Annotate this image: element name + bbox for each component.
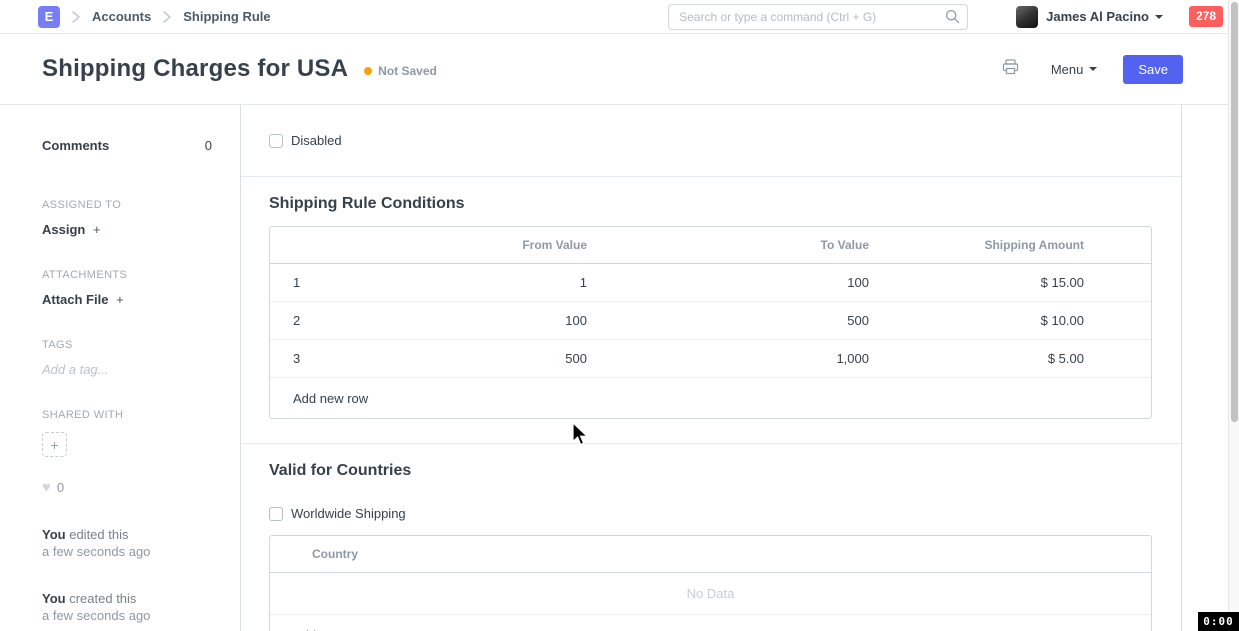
activity-edited: You edited this a few seconds ago [42,526,212,560]
row-index: 1 [270,275,312,290]
search-icon [945,9,960,29]
shipping-amount-cell[interactable]: $ 15.00 [879,275,1094,290]
activity-when: a few seconds ago [42,543,212,560]
plus-icon: + [50,437,58,453]
plus-icon: + [116,292,124,307]
comments-link[interactable]: Comments [42,138,109,153]
worldwide-shipping-label: Worldwide Shipping [291,506,406,521]
comments-count: 0 [205,138,212,153]
global-search [668,4,968,30]
conditions-add-row-button[interactable]: Add new row [293,391,368,406]
breadcrumb-shipping-rule[interactable]: Shipping Rule [183,9,270,24]
attachments-label: ATTACHMENTS [42,269,212,281]
chevron-right-icon [161,10,173,24]
to-value-cell[interactable]: 500 [597,313,879,328]
shipping-amount-cell[interactable]: $ 5.00 [879,351,1094,366]
page-title: Shipping Charges for USA [42,55,348,83]
app-window: E Accounts Shipping Rule James Al Pacino… [0,0,1239,631]
shared-with-label: SHARED WITH [42,409,212,421]
scrollbar-thumb[interactable] [1231,2,1238,422]
row-index: 2 [270,313,312,328]
row-index: 3 [270,351,312,366]
menu-label: Menu [1051,62,1084,77]
add-tag-input[interactable]: Add a tag... [42,362,212,377]
col-shipping-amount: Shipping Amount [879,238,1094,252]
notification-badge[interactable]: 278 [1189,6,1223,26]
countries-add-row-button[interactable]: Add new row [293,628,368,631]
vertical-scrollbar[interactable] [1228,0,1239,631]
worldwide-shipping-checkbox[interactable] [269,507,283,521]
breadcrumb-accounts[interactable]: Accounts [92,9,151,24]
from-value-cell[interactable]: 100 [312,313,597,328]
tags-label: TAGS [42,339,212,351]
col-country: Country [312,547,358,561]
assigned-to-label: ASSIGNED TO [42,199,212,211]
disabled-label: Disabled [291,133,342,148]
form-sidebar: Comments 0 ASSIGNED TO Assign + ATTACHME… [0,105,241,631]
to-value-cell[interactable]: 1,000 [597,351,879,366]
condition-row-1[interactable]: 1 1 100 $ 15.00 [270,264,1151,302]
from-value-cell[interactable]: 1 [312,275,597,290]
col-to-value: To Value [597,238,879,252]
activity-action: edited this [69,527,128,542]
user-name-label: James Al Pacino [1046,9,1149,24]
page-head: Shipping Charges for USA Not Saved Menu … [0,34,1239,105]
disabled-checkbox[interactable] [269,134,283,148]
activity-who: You [42,527,66,542]
caret-down-icon [1155,15,1163,19]
shipping-amount-cell[interactable]: $ 10.00 [879,313,1094,328]
user-avatar[interactable] [1016,6,1038,28]
printer-icon [1002,59,1019,80]
condition-row-3[interactable]: 3 500 1,000 $ 5.00 [270,340,1151,378]
menu-button[interactable]: Menu [1051,62,1098,77]
save-button[interactable]: Save [1123,55,1183,84]
disabled-checkbox-row[interactable]: Disabled [269,133,342,148]
activity-action: created this [69,591,136,606]
countries-section-title: Valid for Countries [269,444,1151,480]
recording-timer: 0:00 [1198,612,1239,631]
worldwide-shipping-checkbox-row[interactable]: Worldwide Shipping [269,506,1151,521]
user-menu[interactable]: James Al Pacino [1046,9,1163,24]
form-body: Disabled Shipping Rule Conditions From V… [241,105,1182,631]
activity-created: You created this a few seconds ago [42,590,212,624]
from-value-cell[interactable]: 500 [312,351,597,366]
conditions-table-header: From Value To Value Shipping Amount [270,227,1151,264]
col-from-value: From Value [312,238,597,252]
heart-icon[interactable]: ♥ [42,479,51,496]
countries-empty-state: No Data [270,573,1151,615]
conditions-section-title: Shipping Rule Conditions [269,177,1151,213]
plus-icon: + [93,222,101,237]
assign-label: Assign [42,222,85,237]
not-saved-label: Not Saved [378,64,437,78]
activity-who: You [42,591,66,606]
activity-when: a few seconds ago [42,607,212,624]
countries-table: Country No Data Add new row [269,535,1152,631]
save-status-indicator: Not Saved [364,64,437,78]
assign-button[interactable]: Assign + [42,222,212,237]
to-value-cell[interactable]: 100 [597,275,879,290]
add-share-button[interactable]: + [42,432,67,457]
attach-file-label: Attach File [42,292,108,307]
chevron-right-icon [70,10,82,24]
attach-file-button[interactable]: Attach File + [42,292,212,307]
print-button[interactable] [998,55,1023,84]
caret-down-icon [1089,67,1097,71]
conditions-table: From Value To Value Shipping Amount 1 1 … [269,226,1152,419]
condition-row-2[interactable]: 2 100 500 $ 10.00 [270,302,1151,340]
likes-count: 0 [57,480,64,495]
not-saved-dot-icon [364,67,372,75]
app-logo[interactable]: E [38,6,60,28]
countries-table-header: Country [270,536,1151,573]
search-input[interactable] [668,4,968,30]
navbar: E Accounts Shipping Rule James Al Pacino… [0,0,1239,34]
